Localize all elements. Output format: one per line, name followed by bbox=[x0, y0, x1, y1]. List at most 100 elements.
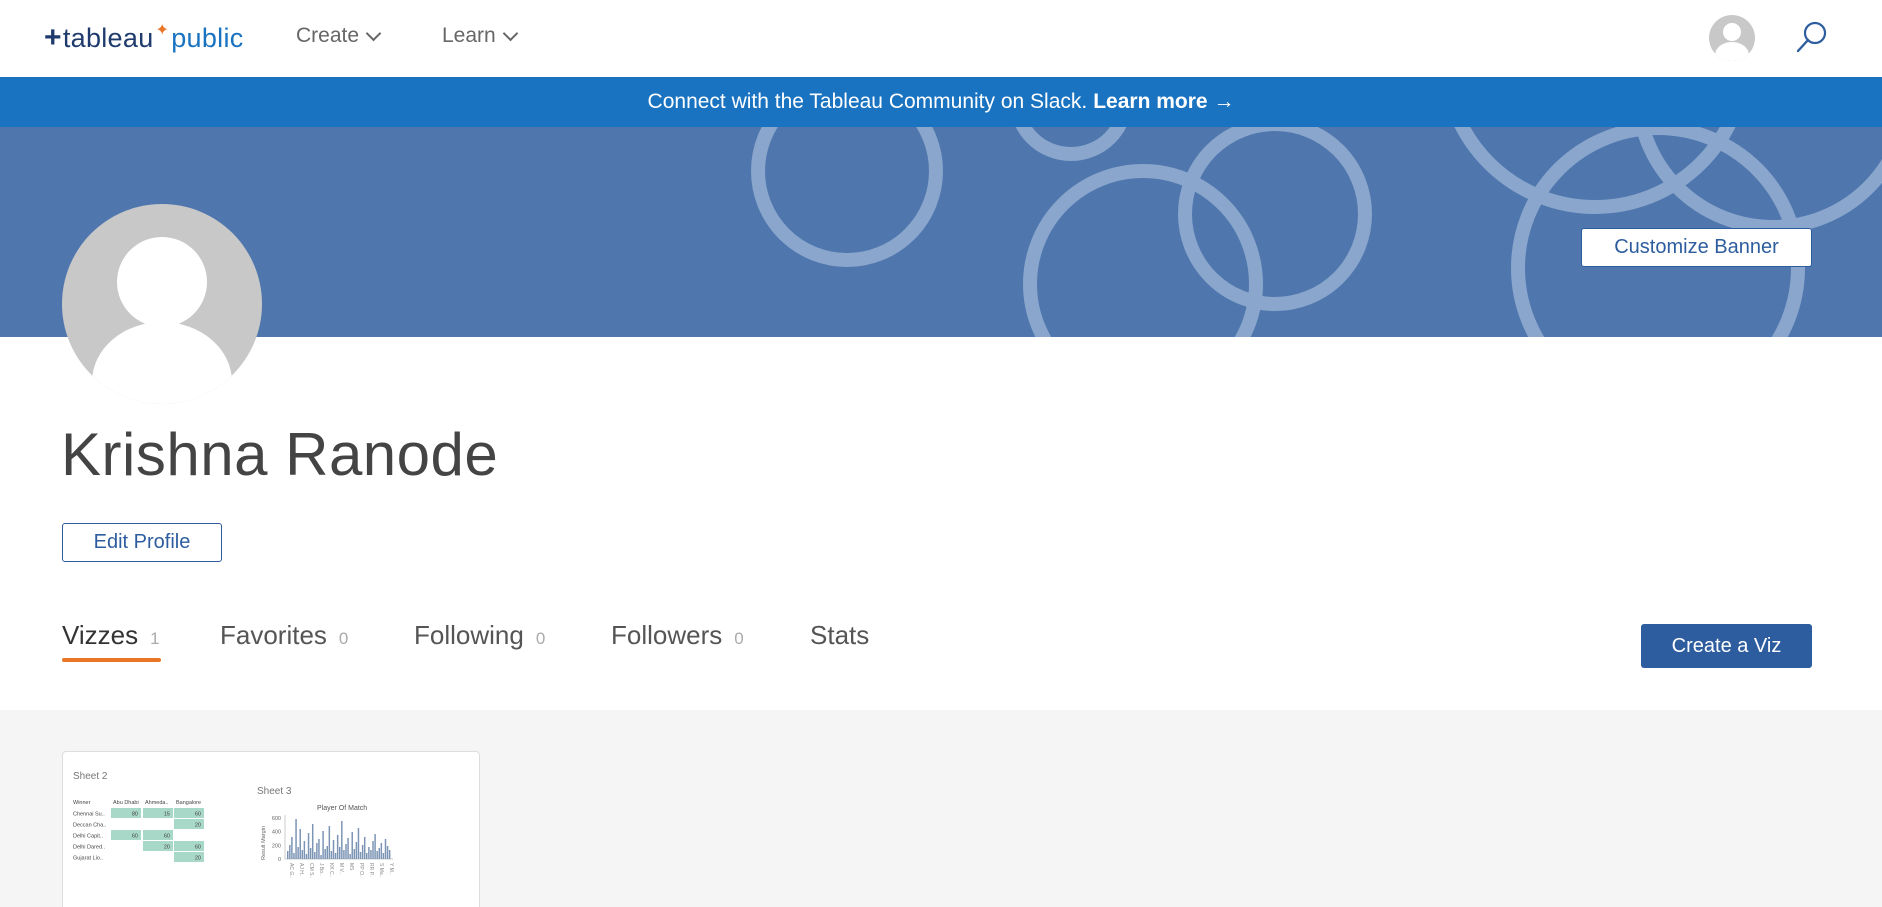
sheet3-bar bbox=[355, 842, 358, 859]
sheet2-header: Abu Dhabi bbox=[113, 800, 139, 806]
sheet2-cell-value: 80 bbox=[132, 812, 138, 818]
sheet3-bar bbox=[320, 855, 322, 859]
sheet2-header: Bangalore bbox=[176, 800, 201, 806]
sheet3-bar bbox=[334, 853, 337, 859]
sheet3-bar bbox=[330, 851, 333, 859]
chevron-down-icon bbox=[502, 25, 518, 41]
sheet3-bar bbox=[311, 824, 314, 859]
sheet3-ylabel: Result Margin bbox=[261, 826, 267, 860]
slack-community-banner: Connect with the Tableau Community on Sl… bbox=[0, 77, 1882, 127]
profile-name: Krishna Ranode bbox=[61, 421, 499, 488]
sheet3-bar bbox=[291, 837, 293, 859]
sheet3-bar bbox=[318, 839, 320, 859]
sheet3-bar bbox=[328, 826, 331, 859]
sheet2-cell-value: 60 bbox=[195, 812, 201, 818]
sheet3-bar bbox=[324, 849, 326, 859]
avatar-head bbox=[1723, 23, 1741, 41]
edit-profile-button[interactable]: Edit Profile bbox=[62, 523, 222, 562]
avatar-body bbox=[1715, 42, 1749, 61]
sheet3-bar bbox=[368, 847, 370, 859]
customize-banner-button[interactable]: Customize Banner bbox=[1581, 228, 1812, 267]
logo-spark-icon: ✦ bbox=[155, 22, 170, 39]
sheet2-row-label: Delhi Dared.. bbox=[73, 845, 106, 851]
sheet2-cell-value: 20 bbox=[164, 845, 170, 851]
sheet3-bar bbox=[347, 838, 349, 859]
viz-thumbnail: Sheet 2 Winner Abu Dhabi Ahmeda.. Bangalore… bbox=[73, 771, 394, 878]
sheet3-bar bbox=[301, 850, 304, 859]
user-avatar-icon[interactable] bbox=[1709, 15, 1755, 61]
sheet2-row-label: Deccan Cha.. bbox=[73, 823, 107, 829]
sheet3-bar bbox=[343, 850, 345, 859]
sheet3-bar bbox=[382, 853, 385, 859]
sheet2-header: Ahmeda.. bbox=[145, 800, 169, 806]
slack-learn-more-link[interactable]: Learn more → bbox=[1093, 90, 1234, 114]
sheet3-bar bbox=[293, 853, 295, 859]
sheet2-cell-value: 60 bbox=[195, 845, 201, 851]
sheet3-bar bbox=[378, 848, 380, 859]
sheet3-chart-title: Player Of Match bbox=[317, 805, 367, 812]
tab-count: 0 bbox=[338, 629, 349, 648]
sheet3-bar bbox=[349, 854, 351, 859]
sheet3-bar bbox=[297, 847, 299, 859]
tab-following[interactable]: Following 0 bbox=[414, 620, 545, 651]
viz-card[interactable]: Sheet 2 Winner Abu Dhabi Ahmeda.. Bangalore… bbox=[62, 751, 480, 907]
sheet2-cell-value: 20 bbox=[195, 823, 201, 829]
tab-vizzes[interactable]: Vizzes 1 bbox=[62, 620, 160, 651]
sheet3-bar bbox=[363, 837, 366, 859]
sheet3-xtick: CM S.. bbox=[308, 863, 314, 878]
sheet3-bar bbox=[305, 854, 308, 859]
tab-count: 1 bbox=[150, 629, 160, 648]
sheet3-bar bbox=[388, 850, 391, 859]
logo-public: public bbox=[171, 22, 244, 53]
sheet3-bar bbox=[289, 845, 291, 859]
sheet2-row-label: Delhi Capit.. bbox=[73, 834, 103, 840]
tableau-public-logo[interactable]: + tableau ✦ public bbox=[44, 18, 244, 58]
sheet2-title: Sheet 2 bbox=[73, 771, 108, 782]
tab-count: 0 bbox=[734, 629, 744, 648]
sheet2-header: Winner bbox=[73, 800, 91, 806]
tab-label: Stats bbox=[810, 620, 870, 650]
sheet3-bar bbox=[376, 851, 378, 859]
tab-favorites[interactable]: Favorites 0 bbox=[220, 620, 348, 651]
chevron-down-icon bbox=[365, 25, 382, 41]
sheet3-bar bbox=[322, 831, 324, 859]
tab-followers[interactable]: Followers 0 bbox=[611, 620, 744, 651]
sheet2-cell-value: 15 bbox=[164, 812, 170, 818]
sheet3-bar bbox=[345, 844, 347, 859]
tab-stats[interactable]: Stats bbox=[810, 620, 869, 651]
sheet3-xtick: KK C.. bbox=[328, 863, 334, 877]
sheet3-ytick: 600 bbox=[272, 816, 281, 822]
sheet3-bar bbox=[386, 846, 389, 859]
sheet2-cell-value: 60 bbox=[164, 834, 170, 840]
nav-create-menu[interactable]: Create bbox=[296, 24, 382, 48]
sheet3-bar bbox=[372, 841, 374, 859]
logo-tableau: tableau bbox=[62, 22, 154, 53]
sheet3-xtick: AJ H.. bbox=[298, 863, 304, 877]
sheet2-crosstab: Winner Abu Dhabi Ahmeda.. Bangalore Chennai … bbox=[73, 800, 204, 862]
sheet3-xtick: Y M.. bbox=[388, 863, 394, 875]
tab-label: Vizzes bbox=[62, 620, 139, 650]
sheet3-bar bbox=[326, 846, 328, 859]
sheet3-xtick: AC G.. bbox=[288, 863, 294, 878]
sheet3-xtick: M V.. bbox=[338, 863, 344, 874]
tab-label: Following bbox=[414, 620, 524, 650]
sheet2-row-label: Gujarat Lio.. bbox=[73, 856, 103, 862]
sheet3-xtick: RR P.. bbox=[368, 863, 374, 877]
sheet3-bar bbox=[341, 821, 343, 859]
sheet3-xtick: PP O.. bbox=[358, 863, 364, 878]
active-tab-indicator bbox=[62, 658, 161, 662]
sheet3-bar bbox=[299, 829, 301, 859]
sheet3-bar bbox=[303, 841, 306, 859]
sheet3-bar bbox=[359, 852, 362, 859]
sheet2-cell-value: 20 bbox=[195, 856, 201, 862]
sheet3-bar bbox=[336, 835, 339, 859]
nav-learn-menu[interactable]: Learn bbox=[442, 24, 518, 48]
profile-avatar[interactable] bbox=[62, 204, 262, 404]
sheet3-bar bbox=[361, 845, 364, 859]
sheet3-bar bbox=[357, 828, 360, 859]
sheet3-bar bbox=[374, 834, 376, 859]
avatar-body bbox=[92, 322, 232, 404]
search-button[interactable] bbox=[1795, 20, 1829, 54]
create-viz-button[interactable]: Create a Viz bbox=[1641, 624, 1812, 668]
sheet3-title: Sheet 3 bbox=[257, 786, 292, 797]
